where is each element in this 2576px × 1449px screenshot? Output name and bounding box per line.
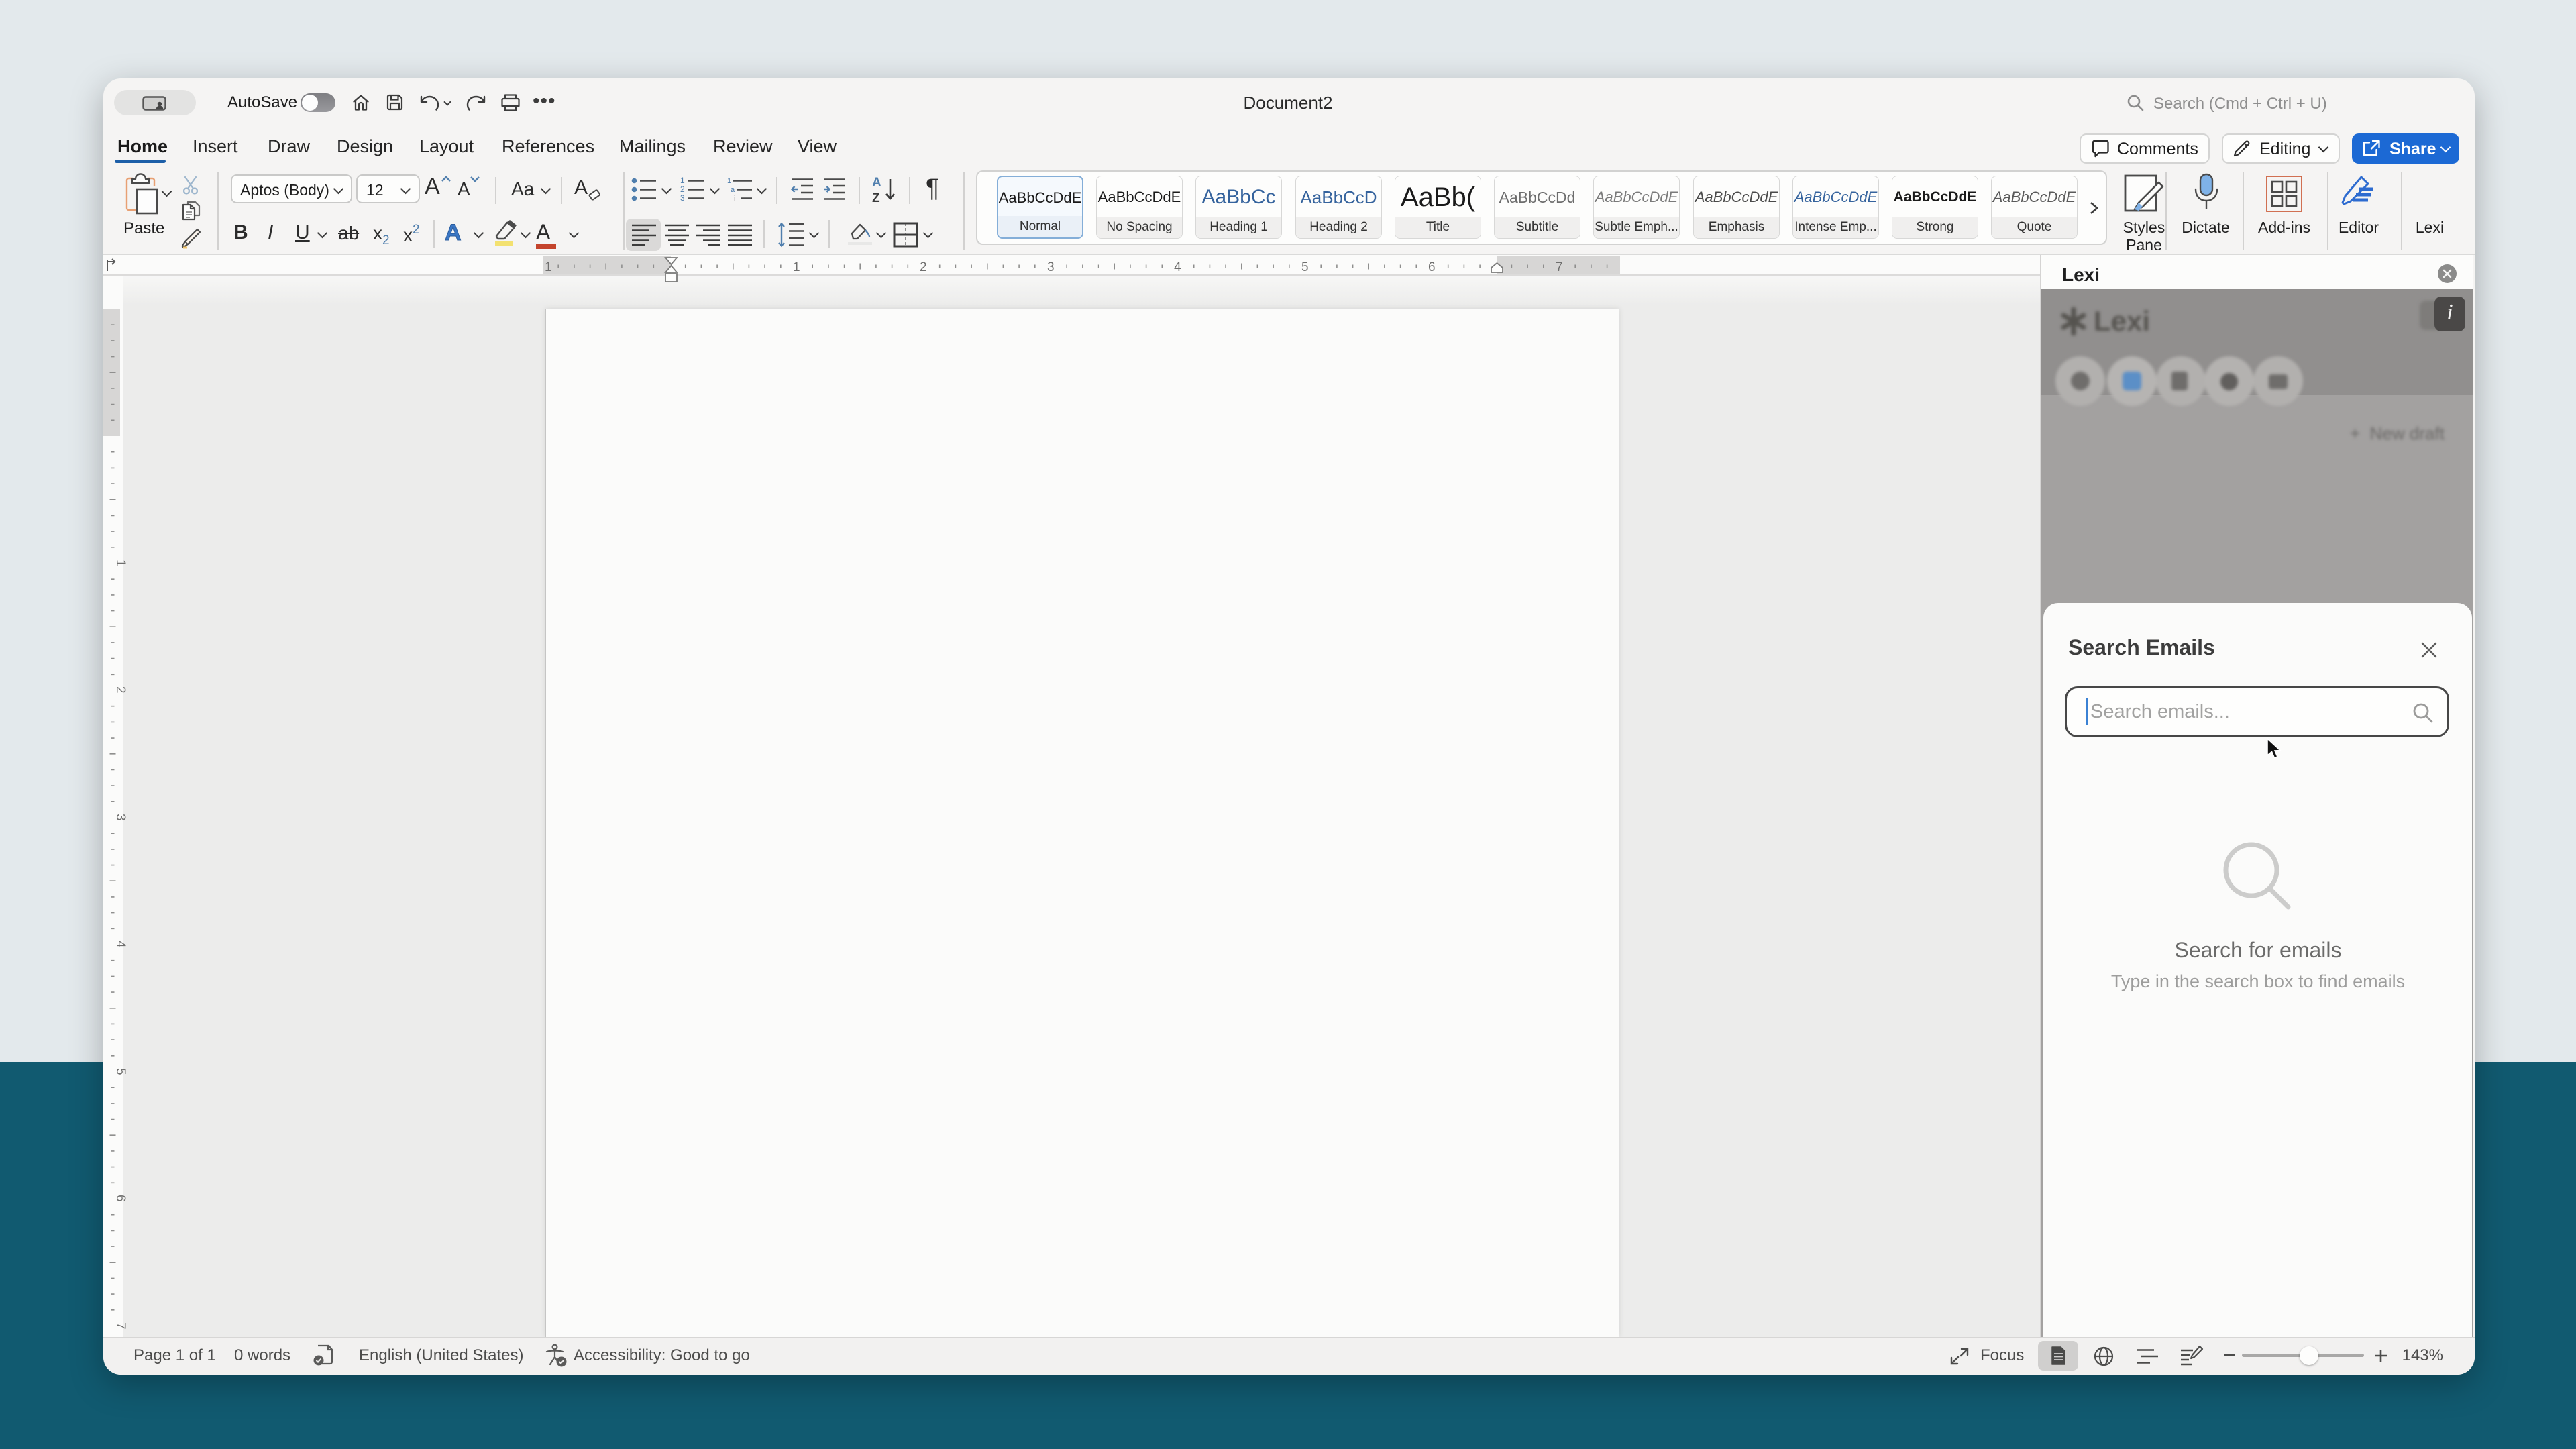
svg-text:4: 4 [113,941,127,948]
svg-text:5: 5 [113,1068,127,1075]
svg-text:7: 7 [1556,260,1563,274]
svg-text:1: 1 [113,559,127,567]
svg-text:3: 3 [1047,260,1055,274]
svg-text:1: 1 [793,260,800,274]
svg-text:2: 2 [920,260,927,274]
svg-text:6: 6 [1428,260,1436,274]
svg-text:1: 1 [545,260,552,274]
svg-text:6: 6 [113,1195,127,1202]
svg-text:5: 5 [1301,260,1309,274]
svg-text:4: 4 [1174,260,1181,274]
svg-text:3: 3 [113,814,127,821]
svg-text:2: 2 [113,686,127,694]
svg-text:7: 7 [113,1322,127,1330]
